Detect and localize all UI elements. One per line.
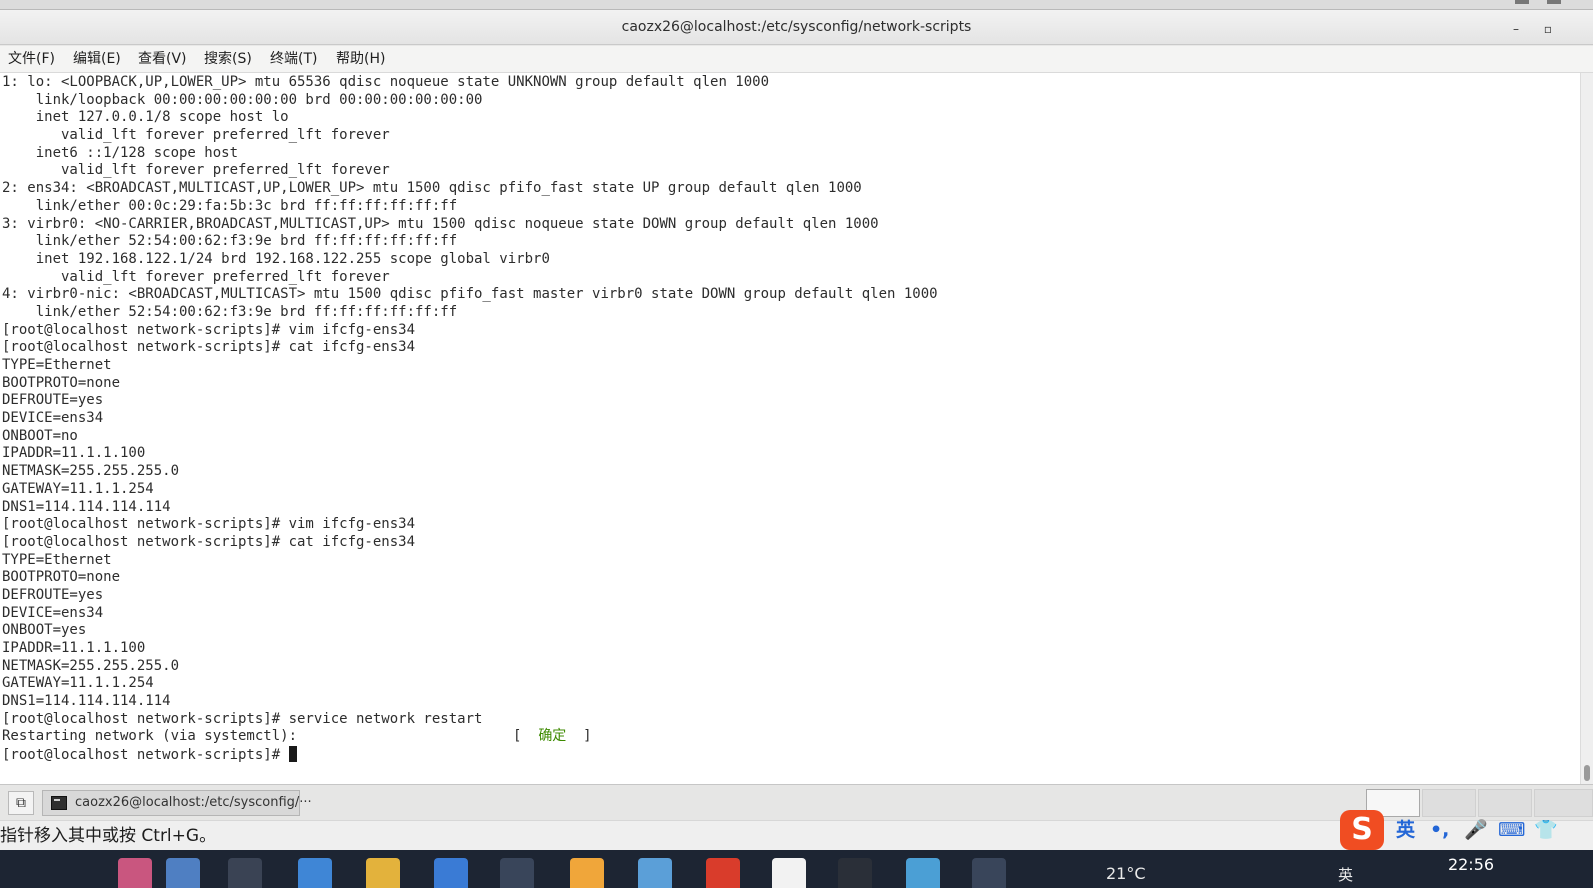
scrollbar-thumb[interactable]: [1584, 765, 1590, 781]
show-desktop-icon[interactable]: ⧉: [8, 791, 34, 815]
ime-language-toggle[interactable]: 英: [1396, 818, 1415, 842]
edge-app-icon[interactable]: [500, 858, 534, 888]
title-bar[interactable]: caozx26@localhost:/etc/sysconfig/network…: [0, 10, 1593, 45]
bracket-open: [: [513, 728, 522, 745]
terminal-line: GATEWAY=11.1.1.254: [2, 675, 154, 692]
terminal-line: DNS1=114.114.114.114: [2, 498, 171, 515]
terminal-line: 2: ens34: <BROADCAST,MULTICAST,UP,LOWER_…: [2, 180, 862, 197]
blue-app-icon[interactable]: [906, 858, 940, 888]
chrome-app-icon[interactable]: [638, 858, 672, 888]
red-app-icon[interactable]: [706, 858, 740, 888]
vmware-app-icon[interactable]: [972, 858, 1006, 888]
terminal-line: NETMASK=255.255.255.0: [2, 657, 180, 674]
vscode-app-icon[interactable]: [434, 858, 468, 888]
ime-toolbar: S 英 •, 🎤 ⌨ 👕: [1338, 808, 1578, 850]
firefox-app-icon[interactable]: [570, 858, 604, 888]
maximize-button[interactable]: ▫: [1535, 10, 1561, 45]
menu-terminal[interactable]: 终端(T): [270, 46, 317, 73]
taskbar-terminal-button[interactable]: caozx26@localhost:/etc/sysconfig/···: [42, 790, 312, 816]
restart-text: Restarting network (via systemctl):: [2, 728, 298, 745]
terminal-line: [root@localhost network-scripts]# cat if…: [2, 339, 416, 356]
menu-search[interactable]: 搜索(S): [204, 46, 252, 73]
terminal-line: 3: virbr0: <NO-CARRIER,BROADCAST,MULTICA…: [2, 215, 879, 232]
vm-hint-text: 指针移入其中或按 Ctrl+G。: [0, 826, 217, 846]
terminal-line: ONBOOT=no: [2, 427, 78, 444]
menu-view[interactable]: 查看(V): [138, 46, 187, 73]
white-app-icon[interactable]: [772, 858, 806, 888]
terminal-line: DEFROUTE=yes: [2, 586, 104, 603]
terminal-line: DNS1=114.114.114.114: [2, 693, 171, 710]
restart-status-line: Restarting network (via systemctl):[ 确定 …: [2, 728, 938, 746]
text-cursor: [288, 746, 297, 763]
terminal-line: link/loopback 00:00:00:00:00:00 brd 00:0…: [2, 91, 483, 108]
ime-punctuation-icon[interactable]: •,: [1430, 818, 1449, 842]
terminal-line: [root@localhost network-scripts]# servic…: [2, 710, 483, 727]
terminal-line: [root@localhost network-scripts]# vim if…: [2, 516, 416, 533]
menu-edit[interactable]: 编辑(E): [73, 46, 121, 73]
terminal-line: inet 127.0.0.1/8 scope host lo: [2, 109, 289, 126]
terminal-line: TYPE=Ethernet: [2, 357, 112, 373]
terminal-scrollbar[interactable]: [1580, 73, 1593, 784]
sogou-logo-icon[interactable]: S: [1340, 810, 1384, 850]
terminal-line: [root@localhost network-scripts]# vim if…: [2, 321, 416, 338]
terminal-line: DEVICE=ens34: [2, 410, 104, 427]
terminal-line: BOOTPROTO=none: [2, 374, 121, 391]
terminal-app-icon[interactable]: [838, 858, 872, 888]
terminal-line: NETMASK=255.255.255.0: [2, 463, 180, 480]
terminal-line: TYPE=Ethernet: [2, 551, 112, 568]
top-strip: [0, 0, 1593, 10]
tray-language[interactable]: 英: [1338, 864, 1353, 885]
terminal-line: inet6 ::1/128 scope host: [2, 144, 239, 161]
terminal-line: GATEWAY=11.1.1.254: [2, 480, 154, 497]
bracket-close: ]: [583, 728, 592, 745]
terminal-line: IPADDR=11.1.1.100: [2, 640, 146, 656]
terminal-line: valid_lft forever preferred_lft forever: [2, 162, 390, 179]
flower-app-icon[interactable]: [118, 858, 152, 888]
terminal-line: valid_lft forever preferred_lft forever: [2, 127, 390, 144]
terminal-line: link/ether 00:0c:29:fa:5b:3c brd ff:ff:f…: [2, 197, 458, 214]
windows-taskbar: 21°C 英 22:56: [0, 850, 1593, 888]
pen-app-icon[interactable]: [166, 858, 200, 888]
strip-indicator: [1547, 0, 1561, 4]
strip-indicator: [1515, 0, 1529, 4]
ime-skin-icon[interactable]: 👕: [1534, 818, 1558, 842]
terminal-line: DEFROUTE=yes: [2, 392, 104, 409]
window-title: caozx26@localhost:/etc/sysconfig/network…: [621, 19, 972, 35]
terminal-line: BOOTPROTO=none: [2, 569, 121, 586]
terminal-line: inet 192.168.122.1/24 brd 192.168.122.25…: [2, 250, 550, 267]
terminal-output: 1: lo: <LOOPBACK,UP,LOWER_UP> mtu 65536 …: [2, 74, 938, 764]
folder-app-icon[interactable]: [366, 858, 400, 888]
terminal-line: IPADDR=11.1.1.100: [2, 445, 146, 462]
terminal-line: DEVICE=ens34: [2, 604, 104, 621]
ime-microphone-icon[interactable]: 🎤: [1464, 818, 1488, 842]
terminal-line: [root@localhost network-scripts]# cat if…: [2, 533, 416, 550]
ok-status: 确定: [538, 728, 567, 745]
shell-prompt: [root@localhost network-scripts]#: [2, 747, 289, 764]
minimize-button[interactable]: –: [1503, 10, 1529, 45]
system-clock[interactable]: 22:56: [1426, 854, 1516, 876]
terminal-line: 4: virbr0-nic: <BROADCAST,MULTICAST> mtu…: [2, 286, 938, 303]
ime-keyboard-icon[interactable]: ⌨: [1498, 818, 1525, 842]
taskbar-button-label: caozx26@localhost:/etc/sysconfig/···: [75, 795, 312, 810]
terminal-line: valid_lft forever preferred_lft forever: [2, 268, 390, 285]
terminal-line: link/ether 52:54:00:62:f3:9e brd ff:ff:f…: [2, 233, 458, 250]
store-app-icon[interactable]: [298, 858, 332, 888]
taskview-icon[interactable]: [228, 858, 262, 888]
prompt-line[interactable]: [root@localhost network-scripts]#: [2, 746, 938, 764]
terminal-line: ONBOOT=yes: [2, 622, 87, 639]
menu-help[interactable]: 帮助(H): [336, 46, 385, 73]
terminal-line: 1: lo: <LOOPBACK,UP,LOWER_UP> mtu 65536 …: [2, 74, 770, 90]
menu-bar: 文件(F) 编辑(E) 查看(V) 搜索(S) 终端(T) 帮助(H): [0, 46, 1593, 73]
weather-widget[interactable]: 21°C: [1106, 864, 1146, 883]
terminal-line: link/ether 52:54:00:62:f3:9e brd ff:ff:f…: [2, 303, 458, 320]
terminal-icon: [51, 796, 67, 810]
menu-file[interactable]: 文件(F): [8, 46, 55, 73]
terminal-view[interactable]: 1: lo: <LOOPBACK,UP,LOWER_UP> mtu 65536 …: [0, 73, 1593, 784]
